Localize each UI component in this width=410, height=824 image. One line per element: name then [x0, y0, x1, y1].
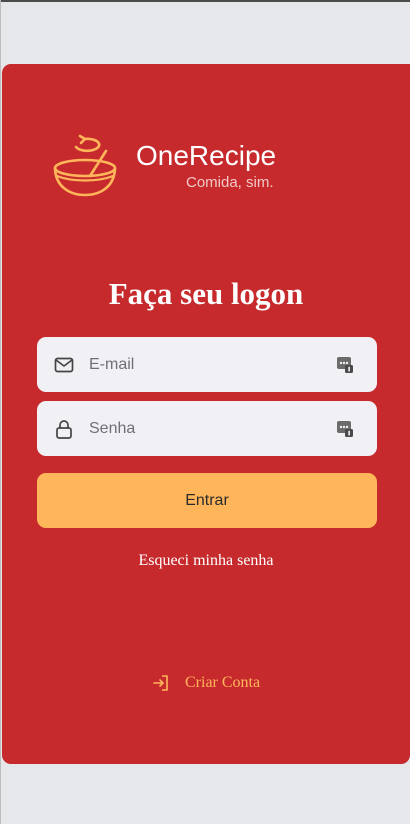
email-input[interactable] — [89, 337, 319, 392]
password-field[interactable] — [37, 401, 377, 456]
password-input[interactable] — [89, 401, 319, 456]
create-account-label: Criar Conta — [185, 674, 261, 691]
page-title: Faça seu logon — [108, 276, 304, 311]
brand-name: OneRecipe — [136, 140, 277, 171]
password-manager-key-icon[interactable] — [336, 356, 354, 374]
login-button[interactable]: Entrar — [37, 473, 377, 528]
create-account-link[interactable]: Criar Conta — [152, 674, 260, 692]
email-field[interactable] — [37, 337, 377, 392]
password-manager-key-icon[interactable] — [336, 420, 354, 438]
login-card: OneRecipe Comida, sim. Faça seu logon E-… — [2, 64, 410, 764]
window-left-border — [0, 0, 1, 824]
lock-icon — [56, 420, 72, 439]
brand-tagline: Comida, sim. — [186, 174, 274, 191]
mail-icon — [54, 357, 74, 373]
sign-in-arrow-icon — [153, 675, 168, 691]
forgot-password-link[interactable]: Esqueci minha senha — [2, 552, 410, 570]
bowl-with-spoon-icon — [53, 134, 117, 197]
window-top-border — [0, 0, 410, 2]
